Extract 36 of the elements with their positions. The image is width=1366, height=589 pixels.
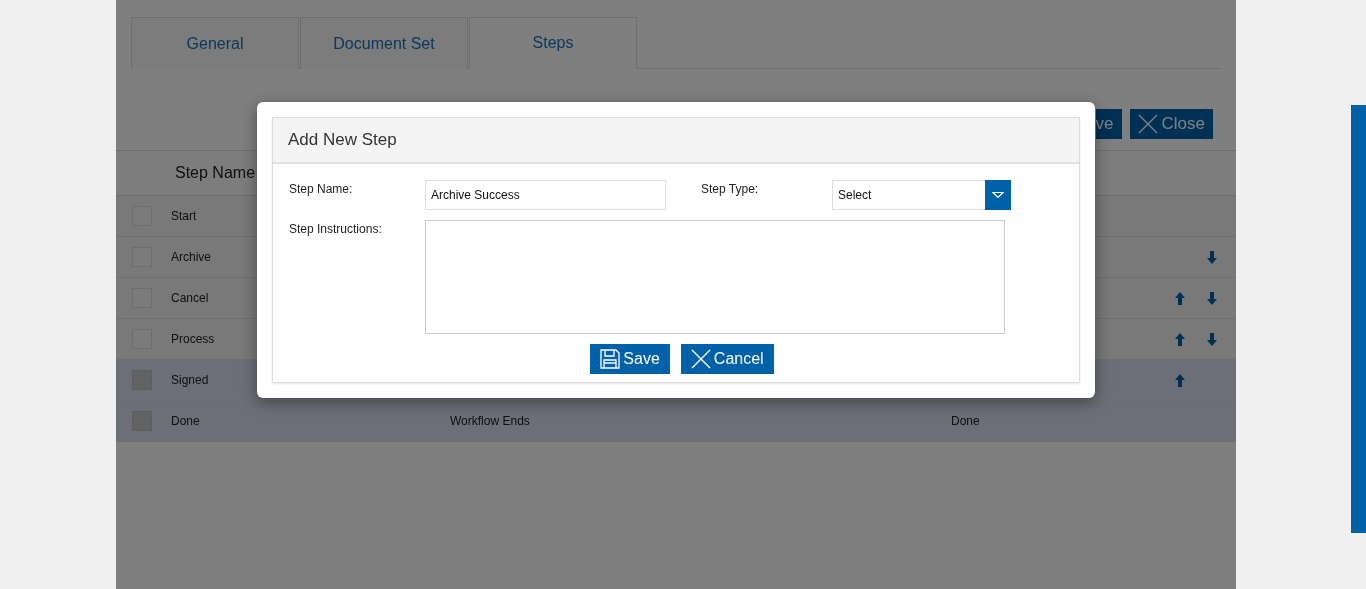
field-label: Step Type: [701, 181, 760, 196]
save-icon [600, 349, 621, 369]
move-up-icon[interactable] [1175, 374, 1185, 387]
close-button[interactable]: Close [1129, 109, 1213, 139]
field-label: Step Instructions: [289, 221, 383, 236]
table-cell: Start [171, 209, 197, 223]
column-header: Step Name [175, 164, 256, 182]
tab[interactable]: Steps [469, 17, 637, 69]
row-checkbox[interactable] [132, 370, 152, 390]
table-cell: Signed [171, 373, 209, 387]
row-checkbox[interactable] [132, 411, 152, 431]
tab[interactable]: General [131, 17, 299, 69]
table-cell: Done [171, 414, 200, 428]
table-cell: Cancel [171, 291, 209, 305]
table-cell: Workflow Ends [450, 414, 530, 428]
field-label: Step Name: [289, 181, 354, 196]
dialog-title: Add New Step [288, 130, 397, 150]
move-down-icon[interactable] [1207, 292, 1217, 305]
table-cell: Process [171, 332, 215, 346]
toolbar-button[interactable]: ve [1095, 109, 1122, 139]
step-type-dropdown[interactable]: Select [832, 180, 1011, 210]
close-icon [1137, 114, 1158, 134]
save-button[interactable]: Save [590, 344, 670, 374]
tab[interactable]: Document Set [300, 17, 468, 69]
table-cell: Archive [171, 250, 211, 264]
step-name-field[interactable]: Archive Success [425, 180, 666, 210]
close-icon [690, 349, 711, 369]
move-up-icon[interactable] [1175, 292, 1185, 305]
move-up-icon[interactable] [1175, 333, 1185, 346]
table-row[interactable]: Done Workflow Ends Done [116, 401, 1236, 442]
dropdown-caret-icon [985, 180, 1011, 210]
cancel-button[interactable]: Cancel [680, 344, 774, 374]
move-down-icon[interactable] [1207, 251, 1217, 264]
table-cell: Done [951, 414, 980, 428]
move-down-icon[interactable] [1207, 333, 1217, 346]
step-instructions-field[interactable] [425, 220, 1005, 334]
